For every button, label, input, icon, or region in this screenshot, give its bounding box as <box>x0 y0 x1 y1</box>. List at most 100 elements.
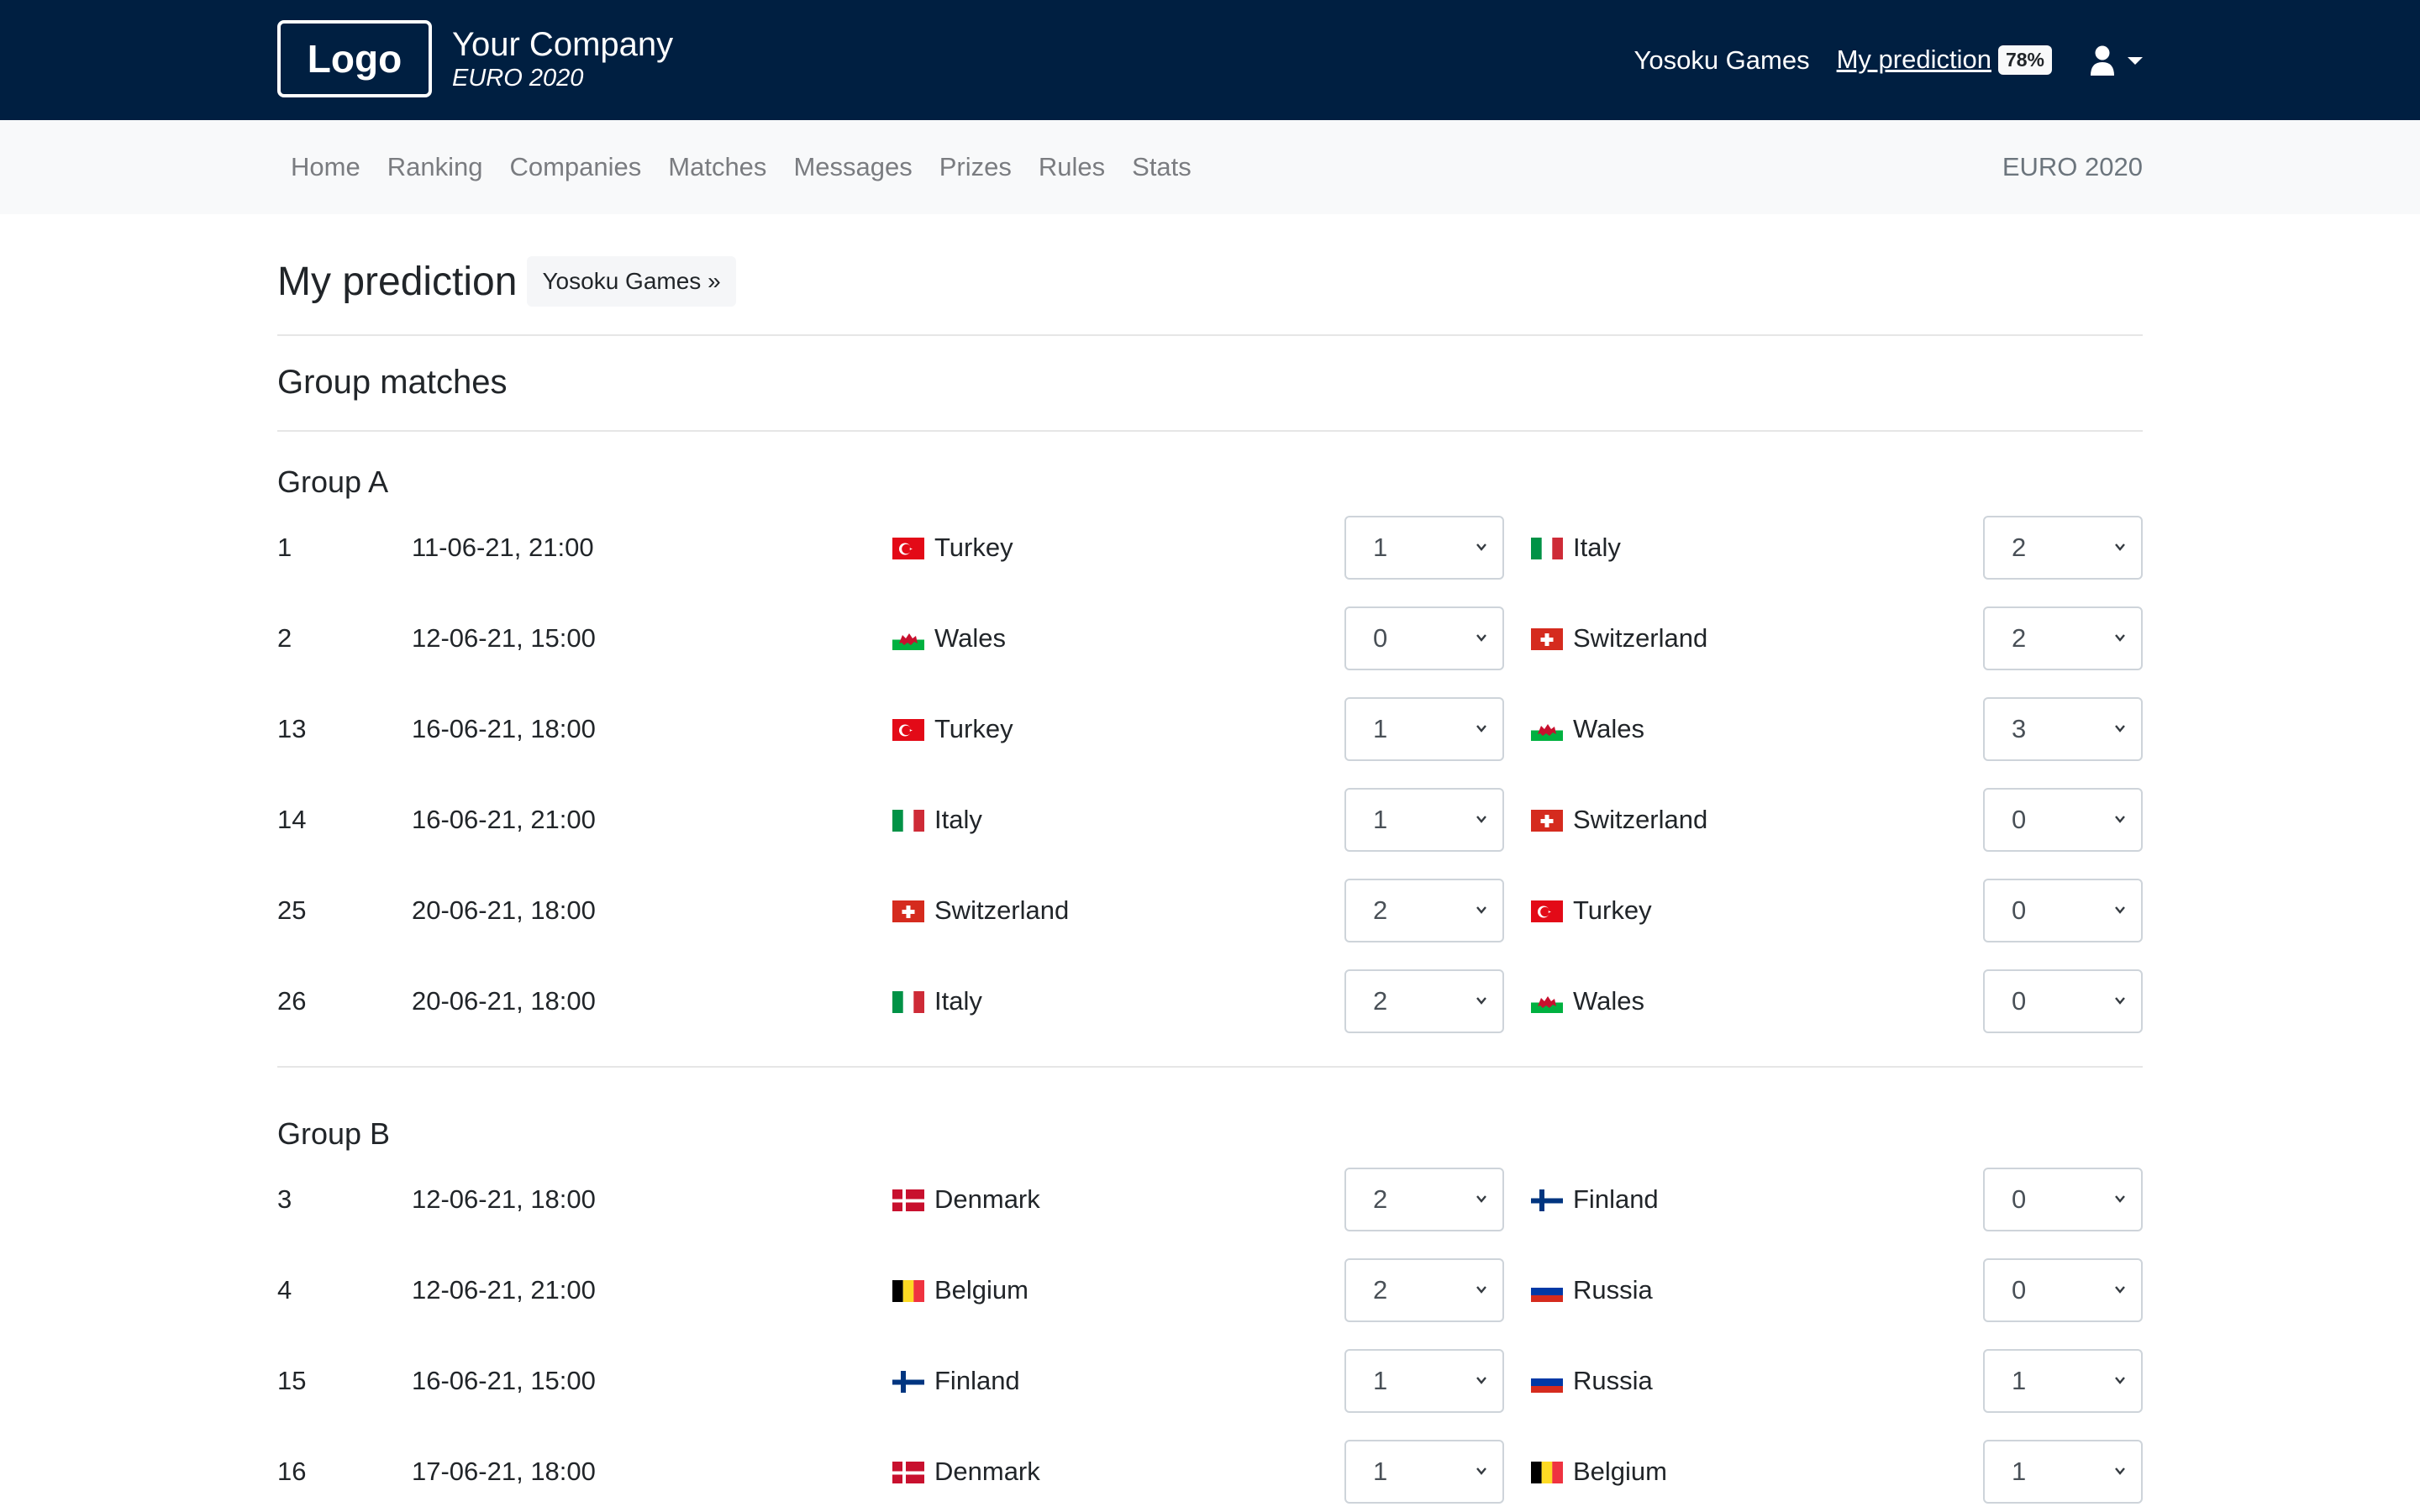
nav-item-ranking[interactable]: Ranking <box>374 152 497 182</box>
home-score-select[interactable]: 2 <box>1344 1258 1504 1322</box>
chevron-down-icon <box>2115 906 2125 914</box>
home-team-name: Wales <box>934 623 1006 653</box>
nav-item-matches[interactable]: Matches <box>655 152 780 182</box>
away-score-select[interactable]: 0 <box>1983 788 2143 852</box>
home-team-name: Turkey <box>934 533 1013 562</box>
away-score-select[interactable]: 0 <box>1983 1168 2143 1231</box>
match-row: 13 16-06-21, 18:00 Turkey 1 Wales 3 <box>277 697 2143 761</box>
nav-item-companies[interactable]: Companies <box>496 152 655 182</box>
denmark-flag-icon <box>892 1461 924 1483</box>
away-team: Switzerland <box>1531 788 1707 852</box>
away-score-select[interactable]: 1 <box>1983 1440 2143 1504</box>
logo[interactable]: Logo <box>277 20 432 97</box>
turkey-flag-icon <box>892 537 924 559</box>
yosoku-games-button[interactable]: Yosoku Games » <box>527 256 736 307</box>
italy-flag-icon <box>1531 537 1563 559</box>
away-team-name: Finland <box>1573 1184 1659 1214</box>
away-score-select[interactable]: 3 <box>1983 697 2143 761</box>
russia-flag-icon <box>1531 1370 1563 1393</box>
group-title: Group B <box>277 1116 391 1151</box>
away-team: Russia <box>1531 1258 1653 1322</box>
away-team: Wales <box>1531 969 1644 1033</box>
home-score-select[interactable]: 2 <box>1344 969 1504 1033</box>
nav-item-home[interactable]: Home <box>277 152 374 182</box>
away-score-select[interactable]: 2 <box>1983 516 2143 580</box>
match-row: 26 20-06-21, 18:00 Italy 2 Wales 0 <box>277 969 2143 1033</box>
away-score-select[interactable]: 2 <box>1983 606 2143 670</box>
top-header: Logo Your Company EURO 2020 Yosoku Games… <box>0 0 2420 120</box>
yosoku-games-link[interactable]: Yosoku Games <box>1634 45 1810 76</box>
home-score-select[interactable]: 1 <box>1344 788 1504 852</box>
my-prediction-link[interactable]: My prediction 78% <box>1837 45 2052 76</box>
home-score-select[interactable]: 1 <box>1344 516 1504 580</box>
turkey-flag-icon <box>1531 900 1563 922</box>
home-team-name: Denmark <box>934 1184 1040 1214</box>
match-datetime: 20-06-21, 18:00 <box>412 895 596 925</box>
home-team-name: Switzerland <box>934 895 1070 925</box>
away-team: Finland <box>1531 1168 1659 1231</box>
away-score-select[interactable]: 0 <box>1983 1258 2143 1322</box>
page-title: My prediction <box>277 259 518 304</box>
italy-flag-icon <box>892 990 924 1013</box>
home-score-value: 1 <box>1373 1457 1388 1486</box>
belgium-flag-icon <box>1531 1461 1563 1483</box>
home-score-value: 2 <box>1373 895 1388 925</box>
away-team: Switzerland <box>1531 606 1707 670</box>
away-team-name: Switzerland <box>1573 805 1708 834</box>
denmark-flag-icon <box>892 1189 924 1211</box>
nav-item-messages[interactable]: Messages <box>780 152 925 182</box>
away-score-value: 0 <box>2012 1184 2027 1214</box>
away-score-value: 2 <box>2012 533 2027 562</box>
away-score-value: 3 <box>2012 714 2027 743</box>
nav-item-rules[interactable]: Rules <box>1025 152 1118 182</box>
chevron-down-icon <box>2115 543 2125 551</box>
away-score-value: 0 <box>2012 895 2027 925</box>
match-row: 1 11-06-21, 21:00 Turkey 1 Italy 2 <box>277 516 2143 580</box>
home-team-name: Italy <box>934 805 982 834</box>
belgium-flag-icon <box>892 1279 924 1302</box>
match-datetime: 12-06-21, 21:00 <box>412 1275 596 1305</box>
home-score-select[interactable]: 1 <box>1344 1440 1504 1504</box>
turkey-flag-icon <box>892 718 924 741</box>
home-score-select[interactable]: 2 <box>1344 1168 1504 1231</box>
chevron-down-icon <box>2115 997 2125 1005</box>
home-team-name: Italy <box>934 986 982 1016</box>
chevron-down-icon <box>1476 1195 1486 1203</box>
home-score-select[interactable]: 2 <box>1344 879 1504 942</box>
match-row: 25 20-06-21, 18:00 Switzerland 2 Turkey … <box>277 879 2143 942</box>
away-score-select[interactable]: 0 <box>1983 969 2143 1033</box>
wales-flag-icon <box>1531 990 1563 1013</box>
home-score-select[interactable]: 0 <box>1344 606 1504 670</box>
nav-item-prizes[interactable]: Prizes <box>926 152 1025 182</box>
brand: Your Company EURO 2020 <box>452 25 673 92</box>
away-team-name: Russia <box>1573 1275 1653 1305</box>
home-team-name: Turkey <box>934 714 1013 743</box>
tournament-label: EURO 2020 <box>2002 152 2143 181</box>
match-row: 4 12-06-21, 21:00 Belgium 2 Russia 0 <box>277 1258 2143 1322</box>
home-score-select[interactable]: 1 <box>1344 697 1504 761</box>
home-score-select[interactable]: 1 <box>1344 1349 1504 1413</box>
caret-down-icon <box>2128 56 2143 65</box>
home-team: Italy <box>892 788 982 852</box>
italy-flag-icon <box>892 809 924 832</box>
chevron-down-icon <box>1476 816 1486 823</box>
away-score-select[interactable]: 1 <box>1983 1349 2143 1413</box>
match-datetime: 17-06-21, 18:00 <box>412 1457 596 1486</box>
chevron-down-icon <box>1476 543 1486 551</box>
switzerland-flag-icon <box>1531 809 1563 832</box>
away-score-select[interactable]: 0 <box>1983 879 2143 942</box>
match-number: 14 <box>277 805 307 834</box>
home-team: Turkey <box>892 516 1013 580</box>
away-team-name: Italy <box>1573 533 1621 562</box>
match-datetime: 12-06-21, 15:00 <box>412 623 596 653</box>
away-score-value: 1 <box>2012 1457 2027 1486</box>
chevron-down-icon <box>2115 725 2125 732</box>
home-team: Turkey <box>892 697 1013 761</box>
home-team: Denmark <box>892 1168 1040 1231</box>
home-team-name: Belgium <box>934 1275 1028 1305</box>
match-datetime: 16-06-21, 18:00 <box>412 714 596 743</box>
user-menu-toggle[interactable] <box>2089 45 2143 76</box>
home-team-name: Denmark <box>934 1457 1040 1486</box>
nav-item-stats[interactable]: Stats <box>1118 152 1205 182</box>
home-score-value: 1 <box>1373 714 1388 743</box>
